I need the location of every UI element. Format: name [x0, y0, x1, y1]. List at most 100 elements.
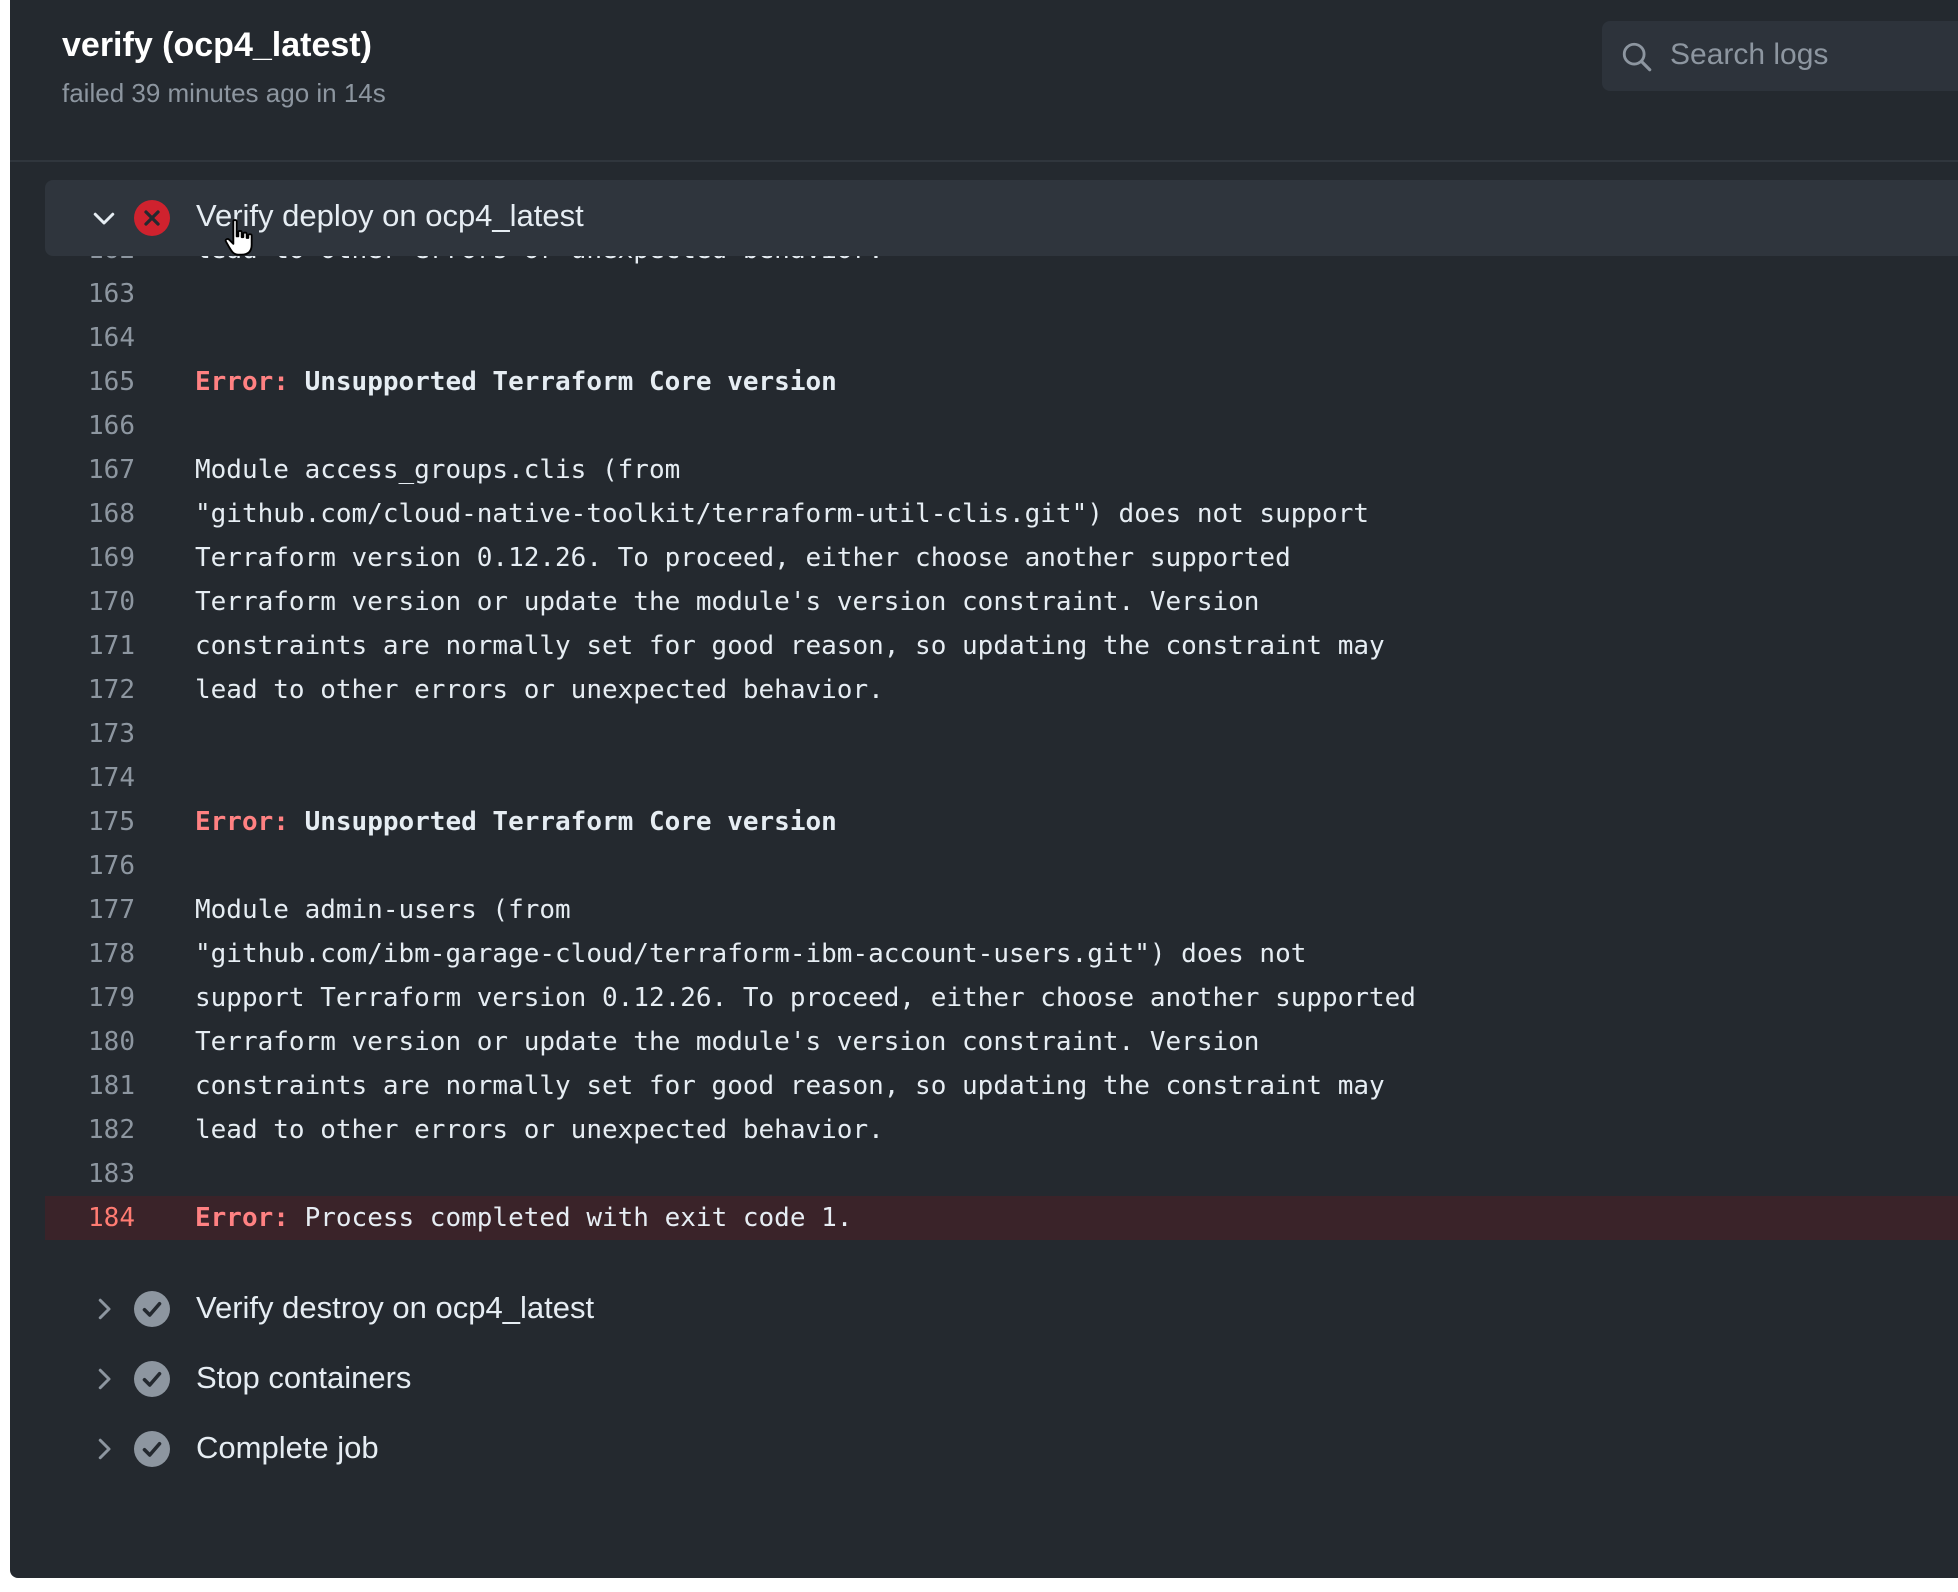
line-content: Terraform version or update the module's… [195, 587, 1260, 617]
log-line: 171 constraints are normally set for good… [45, 624, 1958, 668]
chevron-right-icon[interactable] [89, 1364, 119, 1394]
log-line: 170 Terraform version or update the modul… [45, 580, 1958, 624]
line-number[interactable]: 179 [45, 976, 135, 1020]
line-number[interactable]: 167 [45, 448, 135, 492]
step-verify-deploy-header[interactable]: Verify deploy on ocp4_latest [45, 180, 1958, 256]
log-line: 179 support Terraform version 0.12.26. To… [45, 976, 1958, 1020]
log-line: 162 lead to other errors or unexpected be… [45, 256, 1958, 272]
log-line: 174 [45, 756, 1958, 800]
line-number[interactable]: 183 [45, 1152, 135, 1196]
line-text: Error: Process completed with exit code … [195, 1196, 852, 1240]
line-number[interactable]: 178 [45, 932, 135, 976]
job-header: verify (ocp4_latest) failed 39 minutes a… [10, 0, 1958, 162]
step-row[interactable]: Complete job [45, 1414, 1958, 1484]
log-line: 163 [45, 272, 1958, 316]
line-number[interactable]: 184 [45, 1196, 135, 1240]
log-line: 182 lead to other errors or unexpected be… [45, 1108, 1958, 1152]
success-check-circle-icon [134, 1291, 170, 1327]
line-number[interactable]: 166 [45, 404, 135, 448]
log-line: 166 [45, 404, 1958, 448]
log-line: 165 Error: Unsupported Terraform Core ver… [45, 360, 1958, 404]
search-logs-box[interactable] [1602, 21, 1958, 91]
line-text: "github.com/ibm-garage-cloud/terraform-i… [195, 932, 1306, 976]
chevron-down-icon[interactable] [89, 203, 119, 233]
line-text: support Terraform version 0.12.26. To pr… [195, 976, 1416, 1020]
log-line: 181 constraints are normally set for good… [45, 1064, 1958, 1108]
hand-pointer-cursor-icon [224, 219, 253, 256]
line-text: lead to other errors or unexpected behav… [195, 256, 884, 272]
line-text: constraints are normally set for good re… [195, 1064, 1385, 1108]
log-line: 167 Module access_groups.clis (from [45, 448, 1958, 492]
line-content: constraints are normally set for good re… [195, 631, 1385, 661]
line-content: Process completed with exit code 1. [304, 1203, 853, 1233]
log-line: 175 Error: Unsupported Terraform Core ver… [45, 800, 1958, 844]
line-text: lead to other errors or unexpected behav… [195, 1108, 884, 1152]
chevron-right-icon[interactable] [89, 1294, 119, 1324]
line-number[interactable]: 173 [45, 712, 135, 756]
line-number[interactable]: 171 [45, 624, 135, 668]
error-prefix: Error: [195, 367, 289, 397]
step-name: Complete job [196, 1430, 379, 1465]
line-content: "github.com/ibm-garage-cloud/terraform-i… [195, 939, 1307, 969]
line-number[interactable]: 176 [45, 844, 135, 888]
log-line: 176 [45, 844, 1958, 888]
line-content: Module admin-users (from [195, 895, 571, 925]
line-number[interactable]: 164 [45, 316, 135, 360]
error-message: Unsupported Terraform Core version [304, 807, 837, 837]
line-number[interactable]: 177 [45, 888, 135, 932]
step-row[interactable]: Verify destroy on ocp4_latest [45, 1274, 1958, 1344]
log-line: 169 Terraform version 0.12.26. To proceed… [45, 536, 1958, 580]
line-text: Module access_groups.clis (from [195, 448, 680, 492]
line-content: Module access_groups.clis (from [195, 455, 681, 485]
job-log-panel: verify (ocp4_latest) failed 39 minutes a… [10, 0, 1958, 1578]
job-title: verify (ocp4_latest) [62, 26, 372, 64]
log-line: 183 [45, 1152, 1958, 1196]
log-line: 168 "github.com/cloud-native-toolkit/terr… [45, 492, 1958, 536]
search-logs-input[interactable] [1670, 35, 1958, 75]
line-text: Module admin-users (from [195, 888, 571, 932]
line-text: Terraform version or update the module's… [195, 580, 1259, 624]
line-number[interactable]: 169 [45, 536, 135, 580]
error-prefix: Error: [195, 1203, 289, 1233]
line-number[interactable]: 181 [45, 1064, 135, 1108]
step-name: Verify destroy on ocp4_latest [196, 1290, 595, 1325]
job-status: failed 39 minutes ago in 14s [62, 78, 386, 108]
success-check-circle-icon [134, 1431, 170, 1467]
line-content: "github.com/cloud-native-toolkit/terrafo… [195, 499, 1369, 529]
log-line: 172 lead to other errors or unexpected be… [45, 668, 1958, 712]
error-message: Unsupported Terraform Core version [304, 367, 837, 397]
line-content: lead to other errors or unexpected behav… [195, 256, 884, 265]
line-number[interactable]: 163 [45, 272, 135, 316]
error-prefix: Error: [195, 807, 289, 837]
chevron-right-icon[interactable] [89, 1434, 119, 1464]
line-text: Error: Unsupported Terraform Core versio… [195, 800, 837, 844]
log-line: 177 Module admin-users (from [45, 888, 1958, 932]
log-line: 164 [45, 316, 1958, 360]
step-row[interactable]: Stop containers [45, 1344, 1958, 1414]
log-line-error: 184 Error: Process completed with exit co… [45, 1196, 1958, 1240]
line-text: "github.com/cloud-native-toolkit/terrafo… [195, 492, 1369, 536]
log-line: 178 "github.com/ibm-garage-cloud/terrafor… [45, 932, 1958, 976]
line-number[interactable]: 165 [45, 360, 135, 404]
line-text: Terraform version 0.12.26. To proceed, e… [195, 536, 1291, 580]
line-content: lead to other errors or unexpected behav… [195, 1115, 884, 1145]
line-number[interactable]: 174 [45, 756, 135, 800]
line-content: Terraform version or update the module's… [195, 1027, 1260, 1057]
line-content: support Terraform version 0.12.26. To pr… [195, 983, 1416, 1013]
line-number[interactable]: 180 [45, 1020, 135, 1064]
line-text: lead to other errors or unexpected behav… [195, 668, 884, 712]
line-text: constraints are normally set for good re… [195, 624, 1385, 668]
line-number[interactable]: 170 [45, 580, 135, 624]
line-number[interactable]: 175 [45, 800, 135, 844]
line-content: Terraform version 0.12.26. To proceed, e… [195, 543, 1291, 573]
line-number[interactable]: 162 [45, 256, 135, 272]
log-line: 173 [45, 712, 1958, 756]
line-number[interactable]: 172 [45, 668, 135, 712]
line-number[interactable]: 168 [45, 492, 135, 536]
success-check-circle-icon [134, 1361, 170, 1397]
line-content: lead to other errors or unexpected behav… [195, 675, 884, 705]
line-number[interactable]: 182 [45, 1108, 135, 1152]
search-icon [1622, 42, 1652, 72]
log-output: 162 lead to other errors or unexpected be… [10, 256, 1958, 1254]
step-name: Stop containers [196, 1360, 412, 1395]
